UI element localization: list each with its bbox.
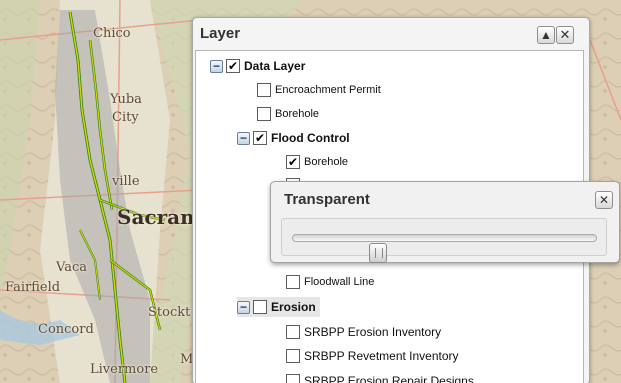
tree-node-label: Flood Control [271, 131, 350, 145]
borehole-checkbox[interactable] [257, 107, 271, 121]
tree-node-erosion: − Erosion [237, 297, 320, 317]
layer-panel-title: Layer [200, 25, 241, 42]
tree-node-label: Borehole [275, 108, 320, 120]
tree-node-label: Floodwall Line [304, 276, 375, 288]
map-label-sacramento: Sacram [117, 205, 202, 229]
transparent-panel: Transparent ✕ [270, 181, 620, 263]
tree-node-label: Encroachment Permit [275, 84, 381, 96]
tree-node-label: Erosion [271, 300, 316, 314]
srbpp-revetment-inventory-checkbox[interactable] [286, 349, 300, 363]
tree-node-label: SRBPP Erosion Inventory [304, 325, 442, 339]
srbpp-erosion-inventory-checkbox[interactable] [286, 325, 300, 339]
tree-node-label: Borehole [304, 156, 349, 168]
floodwall-line-checkbox[interactable] [286, 275, 300, 289]
tree-node-data-layer: − ✔ Data Layer [210, 56, 305, 76]
tree-node-label: SRBPP Revetment Inventory [304, 349, 459, 363]
tree-node-srbpp-revetment-inventory: SRBPP Revetment Inventory [286, 346, 459, 366]
data-layer-checkbox[interactable]: ✔ [226, 59, 240, 73]
triangle-up-icon: ▲ [540, 28, 552, 42]
srbpp-erosion-repair-designs-checkbox[interactable] [286, 374, 300, 383]
collapse-node-icon[interactable]: − [237, 131, 250, 145]
tree-node-flood-control: − ✔ Flood Control [237, 128, 350, 148]
flood-control-checkbox[interactable]: ✔ [253, 131, 267, 145]
transparency-slider-handle[interactable] [368, 243, 387, 263]
tree-node-flood-borehole: ✔ Borehole [286, 152, 348, 172]
map-label-yuba: Yuba [110, 92, 142, 107]
collapse-node-icon[interactable]: − [237, 300, 250, 314]
tree-node-label: SRBPP Erosion Repair Designs [304, 374, 474, 383]
encroachment-permit-checkbox[interactable] [257, 83, 271, 97]
tree-node-borehole: Borehole [257, 104, 319, 124]
collapse-button[interactable]: ▲ [537, 26, 555, 44]
map-label-city: City [112, 110, 139, 125]
map-label-ville: ville [112, 174, 140, 189]
tree-node-encroachment-permit: Encroachment Permit [257, 80, 381, 100]
map-label-stockton: Stockt [148, 305, 191, 320]
transparent-panel-title: Transparent [284, 191, 370, 208]
transparent-close-button[interactable]: ✕ [595, 191, 613, 209]
layer-panel-header[interactable]: Layer ▲ ✕ [193, 18, 589, 50]
transparency-slider-track[interactable] [292, 234, 597, 263]
map-label-chico: Chico [93, 26, 131, 41]
collapse-node-icon[interactable]: − [210, 59, 223, 73]
tree-node-srbpp-erosion-inventory: SRBPP Erosion Inventory [286, 322, 441, 342]
close-icon: ✕ [598, 193, 610, 207]
map-label-livermore: Livermore [90, 362, 159, 377]
layer-close-button[interactable]: ✕ [556, 26, 574, 44]
close-icon: ✕ [559, 27, 571, 42]
tree-node-floodwall-line: Floodwall Line [286, 272, 374, 292]
tree-node-label: Data Layer [244, 59, 306, 73]
map-label-vaca: Vaca [56, 260, 87, 275]
map-label-concord: Concord [38, 322, 94, 337]
transparency-slider-area [281, 218, 607, 263]
erosion-checkbox[interactable] [253, 300, 267, 314]
flood-borehole-checkbox[interactable]: ✔ [286, 155, 300, 169]
tree-node-srbpp-erosion-repair-designs: SRBPP Erosion Repair Designs [286, 371, 474, 383]
map-label-fairfield: Fairfield [5, 280, 61, 295]
